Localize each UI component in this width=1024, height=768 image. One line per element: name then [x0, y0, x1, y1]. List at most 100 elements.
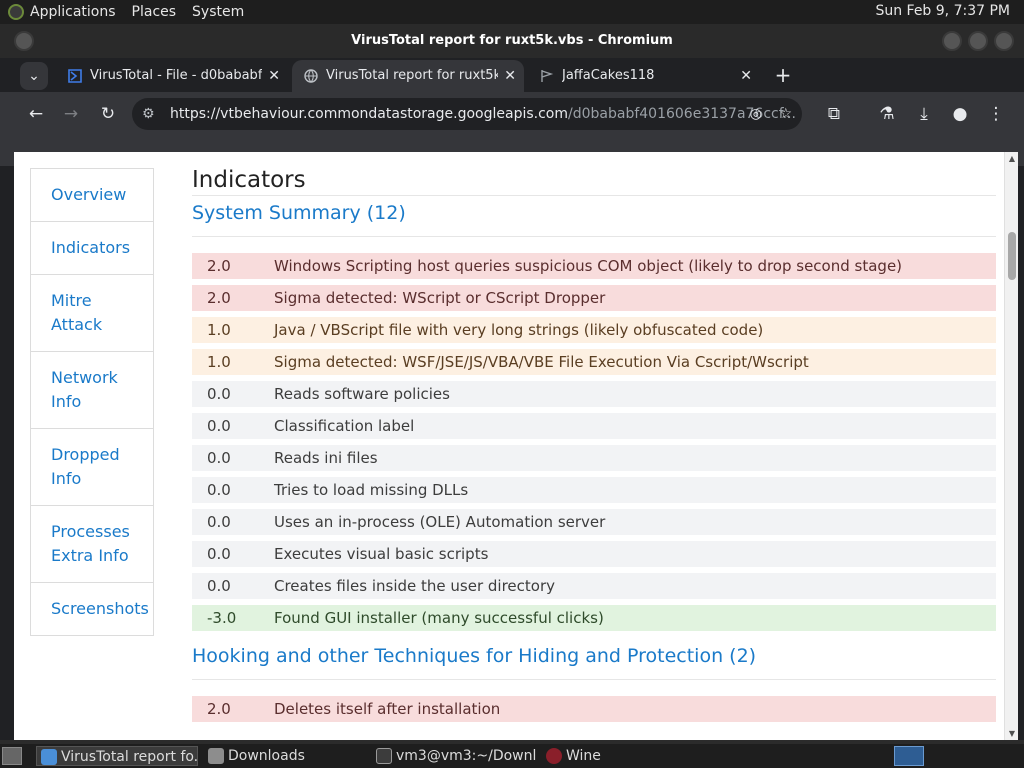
indicator-row[interactable]: 0.0 Reads software policies	[192, 381, 996, 407]
eye-slash-icon[interactable]: ◎	[750, 98, 762, 130]
chevron-down-icon: ⌄	[28, 68, 40, 84]
indicator-score: 0.0	[207, 385, 231, 403]
indicator-row[interactable]: 2.0 Deletes itself after installation	[192, 696, 996, 722]
tab-strip: ⌄ VirusTotal - File - d0bababf4 ✕ VirusT…	[0, 58, 1024, 92]
section-heading-system-summary[interactable]: System Summary (12)	[192, 198, 996, 237]
page-viewport: Overview Indicators Mitre Attack Network…	[14, 152, 1018, 740]
indicator-score: -3.0	[207, 609, 237, 627]
close-tab-icon[interactable]: ✕	[504, 60, 516, 92]
indicator-row[interactable]: -3.0 Found GUI installer (many successful…	[192, 605, 996, 631]
indicator-description: Uses an in-process (OLE) Automation serv…	[274, 513, 606, 531]
indicator-row[interactable]: 0.0 Executes visual basic scripts	[192, 541, 996, 567]
new-tab-button[interactable]: +	[772, 60, 794, 90]
indicator-score: 0.0	[207, 545, 231, 563]
indicator-row[interactable]: 0.0 Creates files inside the user directo…	[192, 573, 996, 599]
back-arrow-icon[interactable]: ←	[22, 100, 50, 128]
indicator-score: 0.0	[207, 449, 231, 467]
indicator-row[interactable]: 2.0 Sigma detected: WScript or CScript Dr…	[192, 285, 996, 311]
distro-logo-icon[interactable]	[8, 4, 24, 20]
tab-jaffacakes118[interactable]: JaffaCakes118 ✕	[528, 60, 760, 92]
indicator-description: Sigma detected: WSF/JSE/JS/VBA/VBE File …	[274, 353, 809, 371]
section-heading-hooking[interactable]: Hooking and other Techniques for Hiding …	[192, 641, 996, 680]
indicator-list: 2.0 Windows Scripting host queries suspic…	[192, 253, 996, 631]
indicator-score: 0.0	[207, 577, 231, 595]
close-tab-icon[interactable]: ✕	[740, 60, 752, 92]
bookmark-star-icon[interactable]: ☆	[779, 98, 792, 130]
nav-network-info[interactable]: Network Info	[31, 352, 153, 429]
window-titlebar[interactable]: VirusTotal report for ruxt5k.vbs - Chrom…	[0, 24, 1024, 58]
minimize-button[interactable]	[942, 31, 962, 51]
indicator-row[interactable]: 1.0 Sigma detected: WSF/JSE/JS/VBA/VBE Fi…	[192, 349, 996, 375]
task-chromium[interactable]: VirusTotal report fo...	[36, 746, 198, 766]
nav-indicators[interactable]: Indicators	[31, 222, 153, 275]
download-icon[interactable]: ⤓	[910, 100, 938, 128]
indicator-description: Found GUI installer (many successful cli…	[274, 609, 604, 627]
indicator-row[interactable]: 0.0 Classification label	[192, 413, 996, 439]
task-label: Wine	[566, 748, 601, 764]
url-host: https://vtbehaviour.commondatastorage.go…	[170, 106, 568, 122]
window-title: VirusTotal report for ruxt5k.vbs - Chrom…	[351, 33, 673, 48]
task-terminal[interactable]: vm3@vm3:~/Downl...	[372, 746, 536, 766]
window-menu-button[interactable]	[14, 31, 34, 51]
clock[interactable]: Sun Feb 9, 7:37 PM	[875, 3, 1010, 19]
nav-mitre-attack[interactable]: Mitre Attack	[31, 275, 153, 352]
page-scrollbar[interactable]: ▲ ▼	[1004, 152, 1018, 740]
close-window-button[interactable]	[994, 31, 1014, 51]
indicator-description: Tries to load missing DLLs	[274, 481, 469, 499]
tab-virustotal-report[interactable]: VirusTotal report for ruxt5k.v ✕	[292, 60, 524, 92]
task-label: VirusTotal report fo...	[61, 749, 198, 765]
indicator-row[interactable]: 0.0 Reads ini files	[192, 445, 996, 471]
reload-icon[interactable]: ↻	[94, 100, 122, 128]
applications-menu[interactable]: Applications	[30, 4, 116, 20]
tab-search-button[interactable]: ⌄	[20, 62, 48, 90]
scrollbar-thumb[interactable]	[1008, 232, 1016, 280]
address-bar[interactable]: ⚙ https://vtbehaviour.commondatastorage.…	[132, 98, 802, 130]
scroll-up-arrow-icon[interactable]: ▲	[1007, 154, 1017, 163]
system-menu[interactable]: System	[192, 4, 244, 20]
page-title: Indicators	[192, 164, 996, 196]
show-desktop-icon[interactable]	[2, 747, 22, 765]
indicator-score: 0.0	[207, 481, 231, 499]
nav-dropped-info[interactable]: Dropped Info	[31, 429, 153, 506]
nav-processes-extra-info[interactable]: Processes Extra Info	[31, 506, 153, 583]
indicator-row[interactable]: 1.0 Java / VBScript file with very long s…	[192, 317, 996, 343]
bottom-taskbar: VirusTotal report fo... Downloads vm3@vm…	[0, 744, 1024, 768]
wine-glass-icon	[546, 748, 562, 764]
indicator-description: Creates files inside the user directory	[274, 577, 556, 595]
indicator-row[interactable]: 0.0 Uses an in-process (OLE) Automation s…	[192, 509, 996, 535]
site-info-icon[interactable]: ⚙	[142, 98, 155, 130]
labs-flask-icon[interactable]: ⚗	[873, 100, 901, 128]
indicator-score: 0.0	[207, 513, 231, 531]
task-label: vm3@vm3:~/Downl...	[396, 748, 536, 764]
kebab-menu-icon[interactable]: ⋮	[982, 100, 1010, 128]
maximize-button[interactable]	[968, 31, 988, 51]
indicator-description: Reads ini files	[274, 449, 378, 467]
indicator-row[interactable]: 0.0 Tries to load missing DLLs	[192, 477, 996, 503]
indicator-score: 2.0	[207, 289, 231, 307]
tab-virustotal-file[interactable]: VirusTotal - File - d0bababf4 ✕	[56, 60, 288, 92]
report-sidenav: Overview Indicators Mitre Attack Network…	[30, 168, 154, 636]
nav-screenshots[interactable]: Screenshots	[31, 583, 153, 635]
chromium-icon	[41, 749, 57, 765]
flag-icon	[541, 70, 554, 82]
folder-icon	[208, 748, 224, 764]
browser-toolbar: ← → ↻ ⚙ https://vtbehaviour.commondatast…	[0, 92, 1024, 136]
forward-arrow-icon[interactable]: →	[57, 100, 85, 128]
terminal-icon	[376, 748, 392, 764]
indicator-score: 0.0	[207, 417, 231, 435]
globe-icon	[304, 69, 318, 83]
profile-avatar-icon[interactable]: ●	[946, 100, 974, 128]
close-tab-icon[interactable]: ✕	[268, 60, 280, 92]
task-wine[interactable]: Wine	[542, 746, 662, 766]
task-downloads[interactable]: Downloads	[204, 746, 364, 766]
tray-chromium-icon[interactable]	[894, 746, 924, 766]
indicator-score: 1.0	[207, 353, 231, 371]
indicator-row[interactable]: 2.0 Windows Scripting host queries suspic…	[192, 253, 996, 279]
nav-overview[interactable]: Overview	[31, 169, 153, 222]
scroll-down-arrow-icon[interactable]: ▼	[1007, 729, 1017, 738]
indicator-description: Classification label	[274, 417, 415, 435]
extensions-puzzle-icon[interactable]: ⧉	[820, 100, 848, 128]
places-menu[interactable]: Places	[132, 4, 177, 20]
indicator-description: Java / VBScript file with very long stri…	[274, 321, 764, 339]
indicator-description: Sigma detected: WScript or CScript Dropp…	[274, 289, 606, 307]
